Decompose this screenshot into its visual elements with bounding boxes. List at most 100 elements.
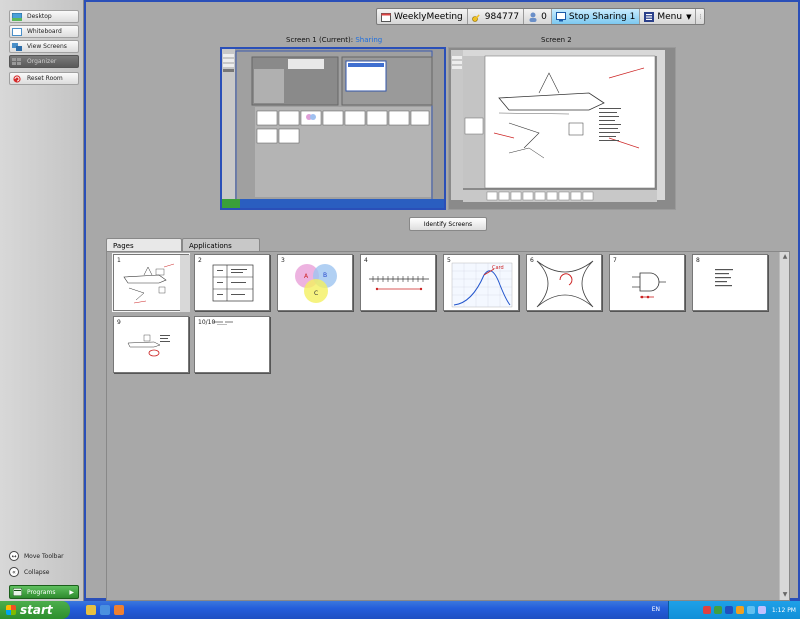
programs-button[interactable]: Programs ▶ <box>9 585 79 599</box>
reset-room-label: Reset Room <box>27 75 63 82</box>
screen1-preview[interactable] <box>220 47 446 210</box>
start-label: start <box>20 603 53 617</box>
collapse-icon: « <box>9 567 19 577</box>
language-indicator[interactable]: EN <box>652 606 660 613</box>
stop-sharing-button[interactable]: Stop Sharing 1 <box>551 9 641 24</box>
scroll-down-icon[interactable]: ▼ <box>780 590 790 600</box>
page-number: 2 <box>198 257 202 264</box>
page-thumbnail-2[interactable]: 2 <box>194 254 270 311</box>
start-button[interactable]: start <box>0 601 70 619</box>
page-number: 7 <box>613 257 617 264</box>
page-thumbnail-4[interactable]: 4 <box>360 254 436 311</box>
screen2-preview-image <box>449 48 675 209</box>
stop-sharing-label: Stop Sharing 1 <box>568 11 636 22</box>
collapse-button[interactable]: « Collapse <box>9 567 50 577</box>
main-area: WeeklyMeeting 984777 0 Stop Sharing 1 Me… <box>84 0 800 601</box>
meeting-icon <box>381 12 391 22</box>
page3-image: A B C <box>295 264 337 303</box>
page-thumbnail-3[interactable]: A B C 3 <box>277 254 353 311</box>
page5-image: Card <box>451 262 513 308</box>
tray-network-icon[interactable] <box>713 606 722 614</box>
meeting-id: 984777 <box>484 11 520 22</box>
desktop-icon <box>12 12 22 21</box>
move-toolbar-label: Move Toolbar <box>24 552 64 560</box>
grip-handle[interactable]: ⁞ <box>696 9 704 24</box>
page-thumbnail-8[interactable]: 8 <box>692 254 768 311</box>
participants-segment[interactable]: 0 <box>524 9 552 24</box>
screen1-label: Screen 1 (Current): Sharing <box>286 36 383 44</box>
menu-label: Menu <box>657 11 683 22</box>
page4-image <box>369 276 429 291</box>
menu-button[interactable]: Menu ▼ <box>640 9 697 24</box>
scroll-up-icon[interactable]: ▲ <box>780 252 790 262</box>
page-number: 9 <box>117 319 121 326</box>
tab-pages[interactable]: Pages <box>106 238 182 252</box>
windows-logo-icon <box>6 605 16 615</box>
page-number: 4 <box>364 257 368 264</box>
page-thumbnail-6[interactable]: 6 <box>526 254 602 311</box>
page8-image <box>715 269 733 287</box>
tray-sync-icon[interactable] <box>757 606 766 614</box>
programs-label: Programs <box>27 588 56 596</box>
screen1-preview-image <box>222 49 444 208</box>
identify-screens-button[interactable]: Identify Screens <box>409 217 487 231</box>
page-thumbnail-9[interactable]: 9 <box>113 316 189 373</box>
move-arrows-icon: ↔ <box>9 551 19 561</box>
tray-status-icon[interactable] <box>746 606 755 614</box>
view-screens-label: View Screens <box>27 43 67 50</box>
user-icon <box>529 12 537 22</box>
meeting-toolbar: WeeklyMeeting 984777 0 Stop Sharing 1 Me… <box>376 8 706 25</box>
page9-image <box>127 334 170 357</box>
page-number: 6 <box>530 257 534 264</box>
tray-shield-icon[interactable] <box>724 606 733 614</box>
screen2-label: Screen 2 <box>541 36 572 44</box>
page6-image <box>536 260 594 308</box>
page-number: 3 <box>281 257 285 264</box>
move-toolbar-button[interactable]: ↔ Move Toolbar <box>9 551 64 561</box>
page-thumbnail-5[interactable]: Card 5 <box>443 254 519 311</box>
svg-text:Card: Card <box>492 265 504 271</box>
vertical-scrollbar[interactable]: ▲ ▼ <box>779 252 789 600</box>
page2-image <box>212 264 254 302</box>
pages-panel: 1 2 A B C 3 4 Card 5 6 7 8 9 10/10 ▲ ▼ <box>106 251 790 601</box>
reset-room-button[interactable]: Reset Room <box>9 72 79 85</box>
whiteboard-icon <box>12 27 22 36</box>
page-number: 1 <box>117 257 121 264</box>
clock[interactable]: 1:12 PM <box>772 607 796 614</box>
reset-icon <box>13 74 21 83</box>
desktop-label: Desktop <box>27 13 52 20</box>
svg-text:B: B <box>323 272 327 279</box>
menu-icon <box>644 11 655 22</box>
page7-image <box>632 272 666 299</box>
whiteboard-label: Whiteboard <box>27 28 62 35</box>
page-number: 10/10 <box>198 319 216 326</box>
page-thumbnail-10[interactable]: 10/10 <box>194 316 270 373</box>
desktop-button[interactable]: Desktop <box>9 10 79 23</box>
screen2-preview[interactable] <box>448 47 676 210</box>
view-screens-button[interactable]: View Screens <box>9 40 79 53</box>
programs-icon <box>13 588 22 596</box>
svg-text:C: C <box>314 290 318 297</box>
left-toolbar: Desktop Whiteboard View Screens Organize… <box>0 0 84 601</box>
whiteboard-button[interactable]: Whiteboard <box>9 25 79 38</box>
quicklaunch-app-icon[interactable] <box>114 605 124 615</box>
quicklaunch-folder-icon[interactable] <box>86 605 96 615</box>
tray-app-icon[interactable] <box>702 606 711 614</box>
participant-count: 0 <box>541 11 547 22</box>
page-thumbnail-7[interactable]: 7 <box>609 254 685 311</box>
chevron-down-icon: ▼ <box>686 12 692 21</box>
view-screens-icon <box>12 42 22 51</box>
meeting-name-segment[interactable]: WeeklyMeeting <box>377 9 468 24</box>
organizer-button[interactable]: Organizer <box>9 55 79 68</box>
page-number: 5 <box>447 257 451 264</box>
tab-applications[interactable]: Applications <box>182 238 260 252</box>
meeting-id-segment[interactable]: 984777 <box>468 9 525 24</box>
meeting-name: WeeklyMeeting <box>394 11 463 22</box>
quicklaunch-browser-icon[interactable] <box>100 605 110 615</box>
page1-image <box>123 255 190 312</box>
page-number: 8 <box>696 257 700 264</box>
page-thumbnail-1[interactable]: 1 <box>113 254 190 312</box>
collapse-label: Collapse <box>24 568 50 576</box>
chevron-right-icon: ▶ <box>69 588 74 596</box>
tray-volume-icon[interactable] <box>735 606 744 614</box>
